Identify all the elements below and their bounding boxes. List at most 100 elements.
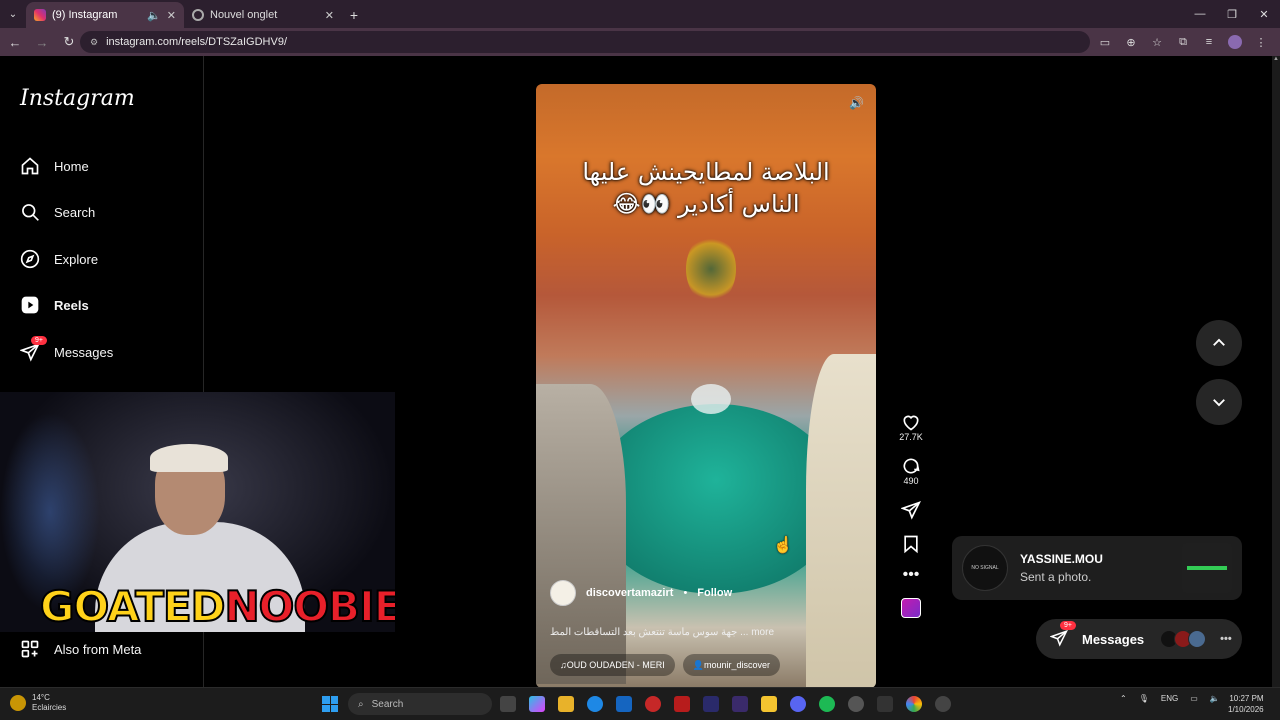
edge-icon[interactable] [587, 696, 603, 712]
follow-button[interactable]: Follow [697, 587, 732, 599]
notes-icon[interactable] [761, 696, 777, 712]
messages-pill-label: Messages [1082, 631, 1145, 647]
cast-icon[interactable]: ▭ [1094, 31, 1116, 53]
audio-pill[interactable]: ♫ OUD OUDADEN - MERI [550, 654, 675, 676]
file-explorer-icon[interactable] [558, 696, 574, 712]
bookmark-icon [904, 535, 918, 554]
weather-condition: Eclaircies [32, 703, 67, 712]
previous-reel-button[interactable] [1196, 320, 1242, 366]
speaker-icon[interactable]: 🔈 [1210, 694, 1220, 703]
sidebar-item-messages[interactable]: 9+ Messages [19, 336, 113, 367]
sidebar-item-reels[interactable]: Reels [20, 290, 89, 320]
save-button[interactable] [901, 534, 921, 554]
bookmark-star-icon[interactable]: ☆ [1146, 31, 1168, 53]
taskbar-search[interactable]: ⌕ Search [348, 693, 492, 715]
reel-description[interactable]: جهة سوس ماسة تنتعش بعد التساقطات المط ..… [550, 627, 850, 638]
taskbar-search-placeholder: Search [371, 698, 404, 710]
also-from-meta-button[interactable]: Also from Meta [20, 636, 141, 662]
messages-pill-button[interactable]: 9+ Messages ••• [1036, 619, 1242, 659]
chrome-icon[interactable] [906, 696, 922, 712]
new-tab-button[interactable]: + [342, 2, 366, 28]
url-text: instagram.com/reels/DTSZaIGDHV9/ [106, 36, 288, 48]
caption-line-1: البلاصة لمطايحينش عليها [582, 158, 830, 186]
language-indicator[interactable]: ENG [1161, 694, 1178, 703]
zoom-icon[interactable]: ⊕ [1120, 31, 1142, 53]
watermark-logo [686, 234, 736, 304]
instagram-page: Instagram Home Search Explore Reels 9+ M… [0, 56, 1272, 687]
system-clock[interactable]: 10:27 PM 1/10/2026 [1228, 693, 1264, 715]
next-reel-button[interactable] [1196, 379, 1242, 425]
media-icon[interactable]: ≡ [1198, 31, 1220, 53]
notification-message: Sent a photo. [1020, 570, 1092, 584]
photoshop-icon[interactable] [732, 696, 748, 712]
tagged-user-name: mounir_discover [703, 660, 771, 670]
instagram-logo[interactable]: Instagram [20, 86, 135, 111]
restore-icon[interactable]: ❐ [1216, 0, 1248, 28]
page-scrollbar[interactable]: ▲ [1272, 56, 1280, 687]
copilot-icon[interactable] [529, 696, 545, 712]
comment-button[interactable]: 490 [901, 456, 921, 486]
extensions-icon[interactable]: ⧉ [1172, 31, 1194, 53]
instagram-favicon-icon [34, 9, 46, 21]
toolbar-icons: ▭ ⊕ ☆ ⧉ ≡ ⋮ [1090, 28, 1272, 56]
author-username[interactable]: discovertamazirt [586, 587, 673, 599]
scroll-up-icon[interactable]: ▲ [1272, 56, 1280, 62]
app-dark-icon[interactable] [877, 696, 893, 712]
premiere-icon[interactable] [703, 696, 719, 712]
share-button[interactable] [901, 500, 921, 520]
audio-name: OUD OUDADEN - MERI [566, 660, 665, 670]
address-bar[interactable]: ⚙ instagram.com/reels/DTSZaIGDHV9/ [80, 31, 1090, 53]
sidebar-item-label: Search [54, 204, 96, 220]
task-view-icon[interactable] [500, 696, 516, 712]
netflix-icon[interactable] [674, 696, 690, 712]
windows-start-icon[interactable] [322, 696, 338, 712]
audio-thumbnail-icon[interactable] [901, 598, 921, 618]
discord-icon[interactable] [790, 696, 806, 712]
store-icon[interactable] [616, 696, 632, 712]
sidebar-item-home[interactable]: Home [20, 151, 89, 181]
reel-actions: 27.7K 490 ••• [895, 412, 927, 618]
tagged-user-pill[interactable]: 👤 mounir_discover [682, 654, 781, 676]
display-icon[interactable]: ▭ [1190, 694, 1198, 703]
minimize-icon[interactable]: — [1184, 0, 1216, 28]
microphone-icon[interactable]: 🎙 [1139, 694, 1149, 703]
sidebar-item-label: Home [54, 158, 89, 174]
messenger-icon [19, 343, 40, 362]
sidebar-item-explore[interactable]: Explore [20, 244, 98, 274]
tab-new-tab[interactable]: Nouvel onglet ✕ [184, 2, 342, 28]
tray-chevron-icon[interactable]: ⌃ [1120, 694, 1127, 703]
share-icon [901, 501, 921, 520]
back-icon[interactable]: ← [3, 30, 27, 54]
weather-widget[interactable]: 14°C Eclaircies [10, 693, 66, 713]
tab-instagram[interactable]: (9) Instagram 🔈 ✕ [26, 2, 184, 28]
weather-sun-icon [10, 695, 26, 711]
menu-icon[interactable]: ⋮ [1250, 31, 1272, 53]
forward-icon[interactable]: → [30, 30, 54, 54]
close-window-icon[interactable]: ✕ [1248, 0, 1280, 28]
reel-video[interactable]: البلاصة لمطايحينش عليها الناس أكادير 👀😂 … [536, 84, 876, 687]
tab-close-icon[interactable]: ✕ [167, 9, 176, 22]
chat-avatar [1188, 630, 1207, 648]
tab-search-button[interactable]: ⌄ [0, 0, 26, 28]
spotify-icon[interactable] [819, 696, 835, 712]
app-red-icon[interactable] [645, 696, 661, 712]
chrome-favicon-icon [192, 9, 204, 21]
reload-icon[interactable]: ↻ [57, 30, 81, 54]
reel-audio-row: ♫ OUD OUDADEN - MERI 👤 mounir_discover [550, 654, 781, 676]
author-avatar[interactable] [550, 580, 576, 606]
sidebar-item-search[interactable]: Search [20, 197, 95, 227]
messenger-icon: 9+ [1049, 620, 1076, 650]
app-gray-icon[interactable] [848, 696, 864, 712]
message-notification[interactable]: NO SIGNAL YASSINE.MOU Sent a photo. [952, 536, 1242, 600]
speaker-icon[interactable]: 🔈 [147, 9, 161, 22]
site-info-icon[interactable]: ⚙ [90, 37, 98, 48]
obs-icon[interactable] [935, 696, 951, 712]
profile-avatar[interactable] [1224, 31, 1246, 53]
browser-tab-strip: ⌄ (9) Instagram 🔈 ✕ Nouvel onglet ✕ + — … [0, 0, 1280, 28]
like-button[interactable]: 27.7K [899, 412, 923, 442]
webcam-person-cap [150, 444, 228, 472]
more-options-icon[interactable]: ••• [903, 566, 920, 584]
volume-icon[interactable]: 🔊 [849, 96, 864, 110]
tab-close-icon[interactable]: ✕ [325, 9, 334, 22]
sidebar-item-label: Reels [54, 297, 89, 313]
